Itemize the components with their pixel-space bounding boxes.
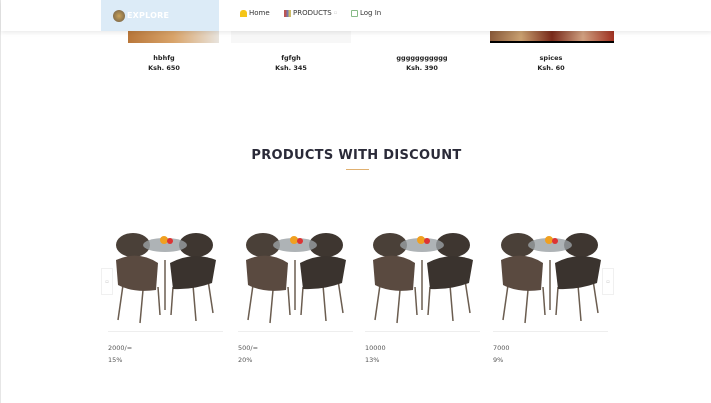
chairs-image: [501, 233, 601, 324]
chairs-image: [246, 233, 346, 324]
product-price: 10000: [365, 344, 386, 352]
logo-icon: [113, 9, 125, 22]
divider: [365, 331, 480, 332]
chevron-down-icon: ▫: [333, 10, 338, 16]
product-price: Ksh. 650: [148, 64, 180, 72]
home-icon: [240, 9, 247, 17]
navbar: EXPLORE Home PRODUCTS ▫ Log In: [1, 0, 711, 31]
nav-products[interactable]: PRODUCTS ▫: [284, 9, 337, 17]
discount-percent: 15%: [108, 356, 123, 364]
discount-percent: 9%: [493, 356, 504, 364]
discount-percent: 13%: [365, 356, 380, 364]
product-name: fgfgh: [281, 54, 301, 62]
product-name: ggggggggggg: [396, 54, 448, 62]
discount-product-card[interactable]: 2000/= 15%: [108, 215, 223, 364]
discount-product-card[interactable]: 10000 13%: [365, 215, 480, 364]
product-price: Ksh. 60: [537, 64, 565, 72]
product-name: hbhfg: [153, 54, 175, 62]
login-icon: [351, 9, 358, 17]
discount-product-card[interactable]: 7000 9%: [493, 215, 608, 364]
title-underline: [346, 169, 369, 170]
discount-product-card[interactable]: 500/= 20%: [238, 215, 353, 364]
chairs-image: [373, 233, 473, 324]
discount-percent: 20%: [238, 356, 253, 364]
chairs-image: [116, 233, 216, 324]
divider: [108, 331, 223, 332]
nav-login[interactable]: Log In: [351, 9, 381, 17]
divider: [238, 331, 353, 332]
divider: [493, 331, 608, 332]
product-price: 2000/=: [108, 344, 133, 352]
nav-home[interactable]: Home: [240, 9, 270, 17]
books-icon: [284, 9, 291, 17]
product-price: Ksh. 345: [275, 64, 307, 72]
product-name: spices: [539, 54, 563, 62]
brand-logo[interactable]: EXPLORE: [101, 0, 219, 31]
product-price: 7000: [493, 344, 510, 352]
product-price: Ksh. 390: [406, 64, 438, 72]
product-price: 500/=: [238, 344, 259, 352]
section-title: PRODUCTS WITH DISCOUNT: [251, 148, 462, 163]
